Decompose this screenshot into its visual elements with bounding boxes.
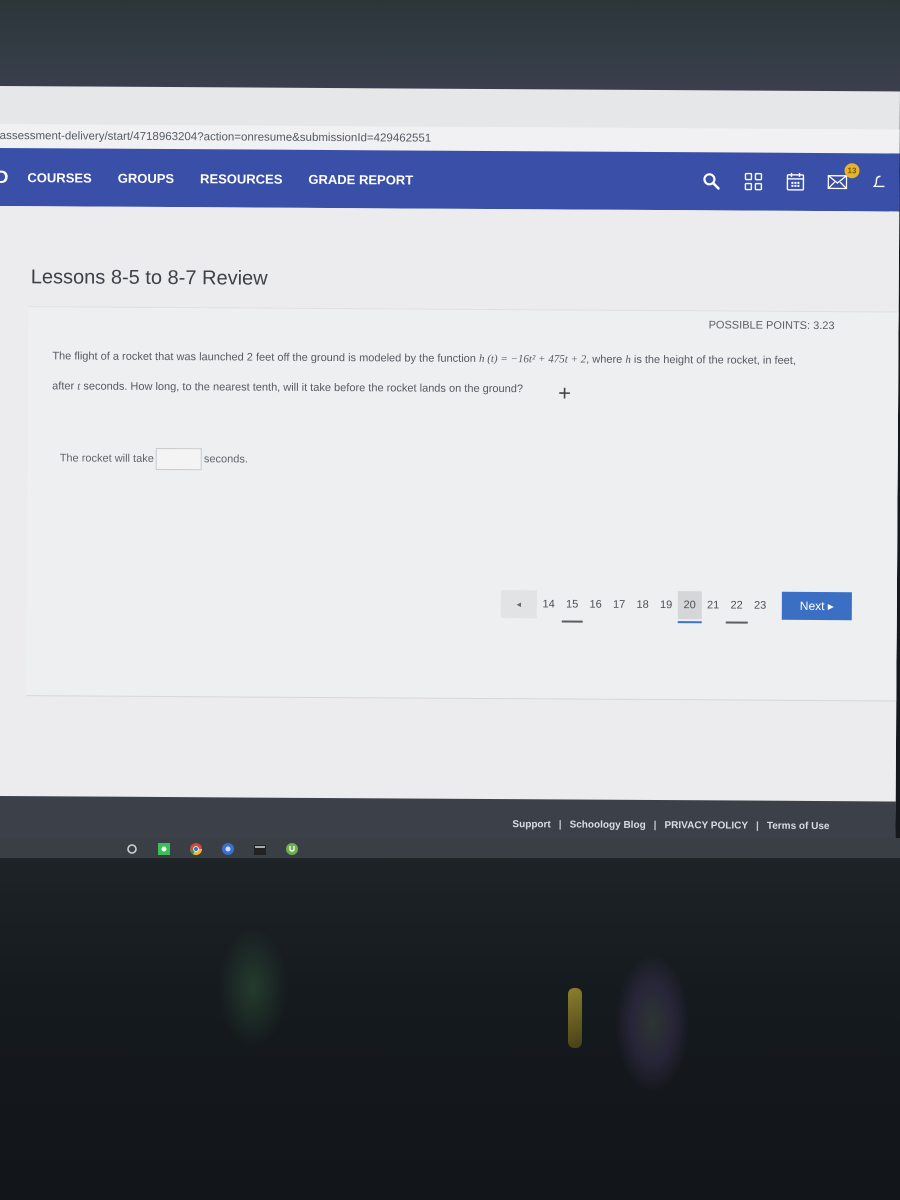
mail-badge: 13 — [844, 163, 860, 179]
nav-resources[interactable]: RESOURCES — [200, 171, 282, 187]
previous-page-button[interactable]: ◂ — [500, 590, 537, 619]
monitor-bezel-bottom — [0, 858, 900, 1200]
grid-apps-icon[interactable] — [743, 172, 763, 192]
start-circle-icon[interactable] — [126, 842, 138, 854]
lens-glare — [218, 928, 288, 1048]
footer-separator: | — [756, 820, 759, 832]
page-title: Lessons 8-5 to 8-7 Review — [30, 266, 268, 290]
logo[interactable]: D — [0, 166, 10, 187]
lens-glare — [568, 988, 582, 1048]
next-button[interactable]: Next ▸ — [781, 591, 852, 621]
lens-glare — [615, 953, 690, 1093]
answer-prefix: The rocket will take — [59, 452, 154, 465]
page-17[interactable]: 17 — [607, 591, 631, 619]
page-14[interactable]: 14 — [537, 590, 561, 618]
terminal-icon[interactable] — [254, 842, 266, 855]
function-expression: h (t) = −16t² + 475t + 2 — [478, 352, 587, 366]
nav-grade-report[interactable]: GRADE REPORT — [308, 171, 413, 187]
footer-separator: | — [558, 818, 562, 830]
utorrent-icon[interactable] — [286, 842, 298, 855]
answer-suffix: seconds. — [203, 453, 248, 466]
question-pagination: ◂ 14 15 16 17 18 19 20 21 22 23 Next ▸ — [500, 590, 852, 621]
footer-terms-link[interactable]: Terms of Use — [767, 820, 830, 831]
green-app-icon[interactable] — [158, 842, 170, 855]
main-content: Lessons 8-5 to 8-7 Review POSSIBLE POINT… — [0, 205, 900, 802]
question-card: POSSIBLE POINTS: 3.23 The flight of a ro… — [26, 306, 899, 702]
bell-icon[interactable] — [869, 172, 889, 192]
monitor-bezel-top — [0, 0, 900, 92]
question-line2-a: after — [52, 380, 78, 393]
footer-blog-link[interactable]: Schoology Blog — [570, 819, 646, 830]
blue-app-icon[interactable] — [222, 842, 234, 855]
page-19[interactable]: 19 — [654, 591, 678, 619]
question-text-part1: The flight of a rocket that was launched… — [52, 350, 480, 365]
screen: assessment-delivery/start/4718963204?act… — [0, 86, 900, 852]
question-text-part3: is the height of the rocket, in feet, — [630, 353, 796, 367]
page-21[interactable]: 21 — [701, 591, 725, 619]
footer-separator: | — [653, 819, 657, 831]
taskbar — [0, 838, 900, 858]
nav-groups[interactable]: GROUPS — [118, 170, 174, 185]
footer-support-link[interactable]: Support — [512, 819, 550, 830]
answer-row: The rocket will take seconds. — [59, 447, 248, 471]
search-icon[interactable] — [701, 171, 721, 191]
question-line2-b: seconds. How long, to the nearest tenth,… — [80, 380, 524, 396]
page-22[interactable]: 22 — [725, 591, 749, 619]
page-15[interactable]: 15 — [560, 590, 584, 618]
page-16[interactable]: 16 — [584, 591, 608, 619]
question-text-part2: , where — [586, 353, 626, 366]
crosshair-cursor-icon: + — [558, 380, 572, 406]
question-text: The flight of a rocket that was launched… — [52, 341, 852, 406]
calendar-icon[interactable] — [785, 172, 805, 192]
possible-points: POSSIBLE POINTS: 3.23 — [708, 319, 835, 333]
nav-icons: 13 — [701, 163, 899, 192]
page-18[interactable]: 18 — [631, 591, 655, 619]
top-navigation: D COURSES GROUPS RESOURCES GRADE REPORT … — [0, 147, 900, 212]
nav-courses[interactable]: COURSES — [27, 170, 91, 185]
mail-icon[interactable]: 13 — [827, 163, 860, 192]
page-23[interactable]: 23 — [748, 592, 772, 620]
answer-input[interactable] — [155, 447, 202, 471]
chrome-icon[interactable] — [190, 842, 202, 856]
footer-privacy-link[interactable]: PRIVACY POLICY — [664, 820, 748, 832]
page-20-current[interactable]: 20 — [677, 591, 702, 620]
